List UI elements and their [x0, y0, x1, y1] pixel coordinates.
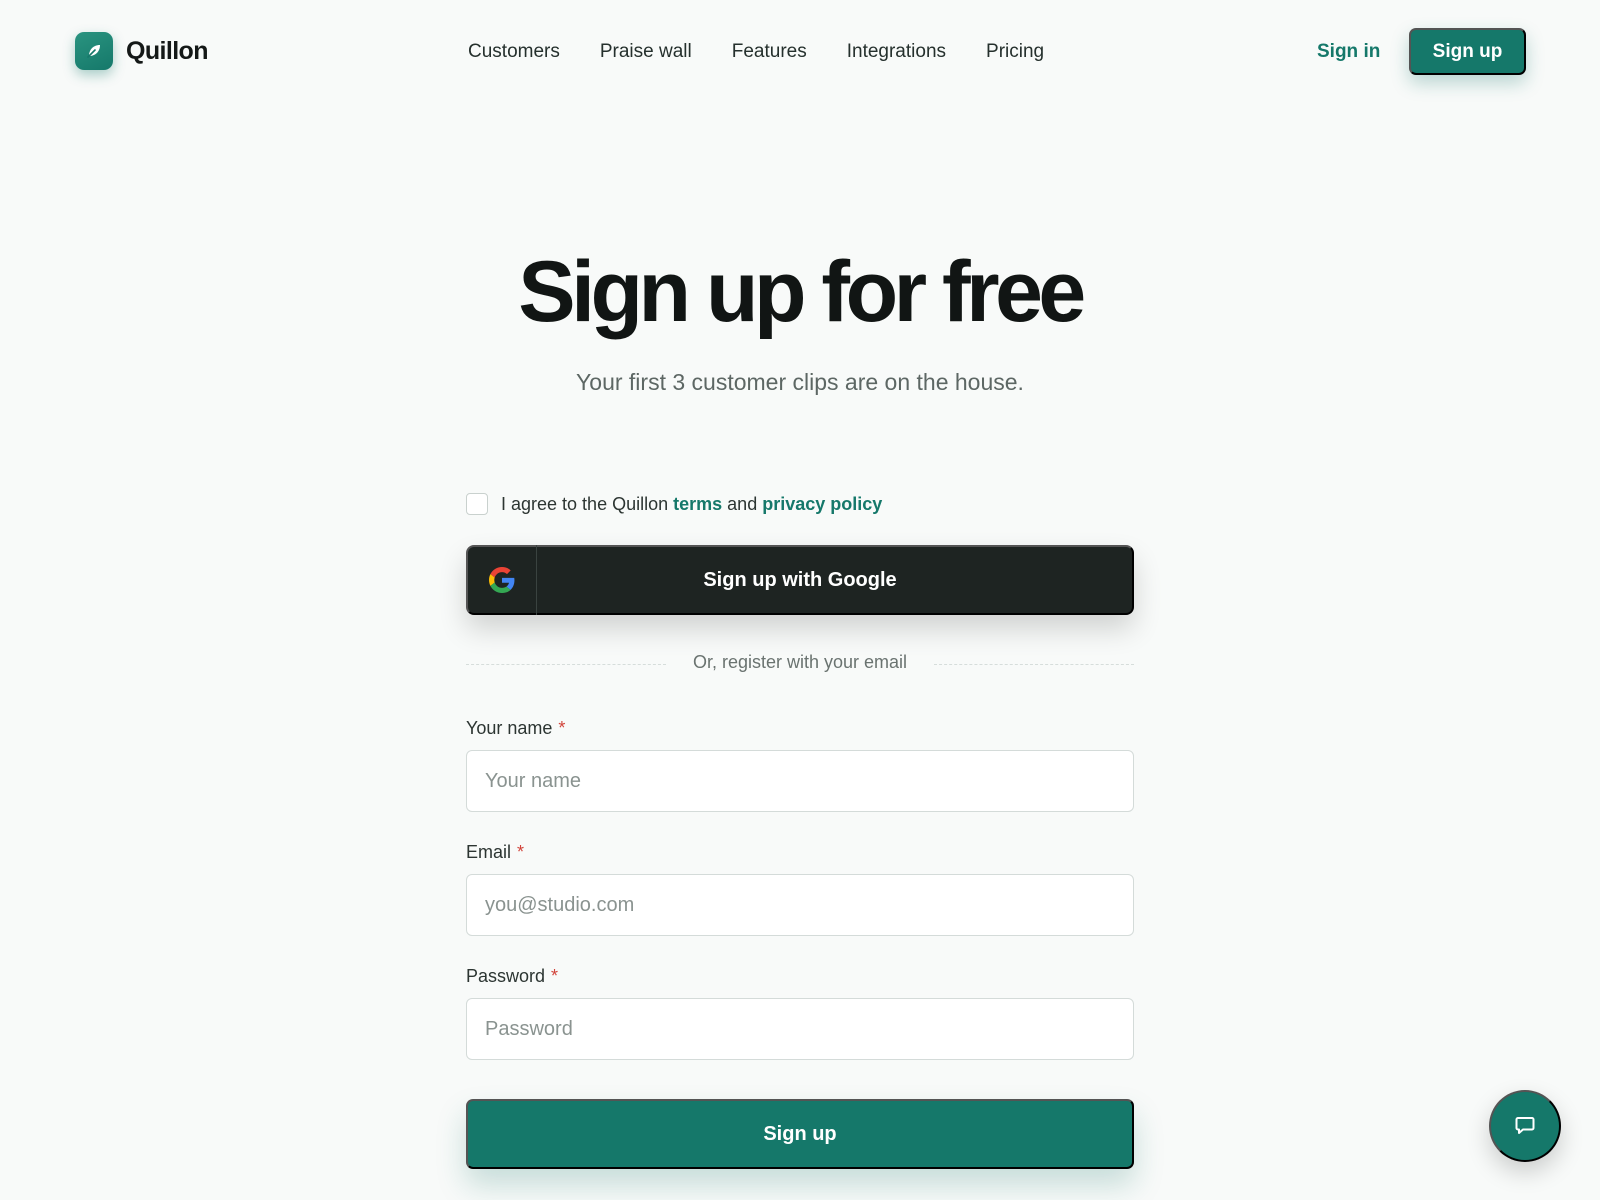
terms-link[interactable]: terms	[673, 494, 722, 514]
email-input[interactable]	[466, 874, 1134, 936]
chat-bubble-icon	[1513, 1113, 1537, 1140]
main-nav: Customers Praise wall Features Integrati…	[468, 38, 1044, 66]
name-input[interactable]	[466, 750, 1134, 812]
leaf-icon	[75, 32, 113, 70]
name-field-group: Your name *	[466, 716, 1134, 812]
divider-text: Or, register with your email	[692, 652, 908, 672]
brand-name: Quillon	[126, 36, 209, 65]
nav-pricing[interactable]: Pricing	[986, 38, 1044, 66]
terms-and: and	[727, 493, 758, 514]
email-label: Email *	[466, 842, 524, 862]
name-label-text: Your name	[466, 718, 553, 738]
terms-text: I agree to the Quillon terms and privacy…	[501, 494, 882, 515]
nav-integrations[interactable]: Integrations	[847, 38, 946, 66]
terms-prefix: I agree to the Quillon	[501, 493, 669, 514]
email-field-group: Email *	[466, 840, 1134, 936]
page-subtitle: Your first 3 customer clips are on the h…	[576, 369, 1024, 395]
name-label: Your name *	[466, 718, 565, 738]
privacy-policy-link[interactable]: privacy policy	[762, 494, 882, 514]
google-signup-label: Sign up with Google	[703, 568, 897, 591]
terms-agreement: I agree to the Quillon terms and privacy…	[466, 482, 882, 526]
site-header: Quillon Customers Praise wall Features I…	[0, 0, 1600, 104]
required-mark: *	[517, 842, 525, 862]
required-mark: *	[551, 966, 559, 986]
sign-up-submit-button[interactable]: Sign up	[466, 1099, 1134, 1169]
password-field-group: Password *	[466, 964, 1134, 1060]
header-sign-up-button[interactable]: Sign up	[1409, 28, 1526, 75]
nav-features[interactable]: Features	[732, 38, 807, 66]
required-mark: *	[558, 718, 566, 738]
sign-in-link[interactable]: Sign in	[1317, 38, 1380, 66]
google-icon	[468, 545, 537, 615]
chat-button[interactable]	[1489, 1090, 1561, 1162]
password-label: Password *	[466, 966, 558, 986]
brand[interactable]: Quillon	[75, 32, 209, 70]
page-title: Sign up for free	[518, 244, 1086, 340]
nav-customers[interactable]: Customers	[468, 38, 560, 66]
or-divider: Or, register with your email	[466, 650, 1134, 680]
terms-checkbox[interactable]	[466, 493, 488, 515]
nav-praise-wall[interactable]: Praise wall	[600, 38, 692, 66]
google-signup-button[interactable]: Sign up with Google	[466, 545, 1134, 615]
password-label-text: Password	[466, 966, 546, 986]
email-label-text: Email	[466, 842, 512, 862]
divider-line-right	[934, 664, 1134, 665]
signup-page: Quillon Customers Praise wall Features I…	[0, 0, 1600, 1200]
password-input[interactable]	[466, 998, 1134, 1060]
